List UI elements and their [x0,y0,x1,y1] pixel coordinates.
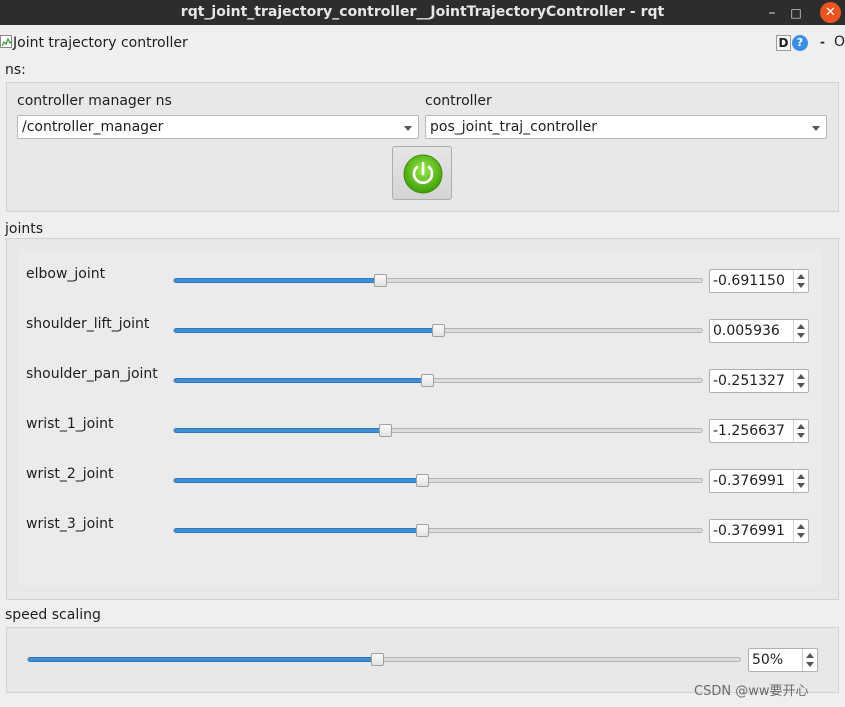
close-plugin-button[interactable]: O [834,34,845,50]
spin-down-icon[interactable] [797,533,805,538]
joint-slider-handle[interactable] [416,474,430,487]
spin-buttons [793,370,808,392]
spin-down-icon[interactable] [797,333,805,338]
joint-value: -0.251327 [713,373,785,389]
plot-icon [0,35,13,48]
joint-name: shoulder_pan_joint [26,366,158,382]
joint-value: -0.376991 [713,473,785,489]
ns-label: ns: [5,62,26,78]
watermark: CSDN @ww要开心 [694,684,809,699]
joint-value: -0.691150 [713,273,785,289]
joint-slider-fill [174,278,381,283]
window-titlebar: rqt_joint_trajectory_controller__JointTr… [0,0,845,25]
spin-up-icon[interactable] [797,374,805,379]
joint-slider-handle[interactable] [416,524,430,537]
power-icon [403,154,443,194]
spin-up-icon[interactable] [797,274,805,279]
joint-value-spinbox[interactable]: -1.256637 [709,419,809,443]
joint-name: wrist_2_joint [26,466,114,482]
spin-buttons [793,320,808,342]
speed-slider-fill [28,657,378,662]
joints-label: joints [5,221,44,237]
joint-name: wrist_3_joint [26,516,114,532]
plugin-title: Joint trajectory controller [13,35,188,51]
joint-value-spinbox[interactable]: -0.691150 [709,269,809,293]
joint-slider-fill [174,478,424,483]
joint-slider-handle[interactable] [373,274,387,287]
spin-buttons [793,470,808,492]
spin-buttons [802,649,817,671]
dropdown-arrow-icon [812,126,820,131]
spin-up-icon[interactable] [797,474,805,479]
joint-slider[interactable] [173,428,703,433]
joint-slider[interactable] [173,378,703,383]
joint-value-spinbox[interactable]: 0.005936 [709,319,809,343]
enable-controller-button[interactable] [392,146,452,200]
spin-up-icon[interactable] [797,524,805,529]
joint-value: 0.005936 [713,323,780,339]
joint-value-spinbox[interactable]: -0.251327 [709,369,809,393]
controller-manager-value: /controller_manager [22,119,164,135]
spin-up-icon[interactable] [797,424,805,429]
plugin-header: Joint trajectory controller D ? - O [0,33,845,55]
minimize-plugin-button[interactable]: - [820,35,825,49]
joint-slider-fill [174,528,424,533]
joint-slider[interactable] [173,478,703,483]
joint-slider-handle[interactable] [379,424,392,437]
spin-up-icon[interactable] [797,324,805,329]
joint-value-spinbox[interactable]: -0.376991 [709,519,809,543]
joint-slider-handle[interactable] [432,324,445,337]
speed-scaling-label: speed scaling [5,607,101,623]
close-button[interactable]: ✕ [820,2,841,23]
joint-slider-fill [174,378,429,383]
joint-slider-handle[interactable] [421,374,435,387]
dropdown-arrow-icon [404,126,412,131]
joint-slider[interactable] [173,278,703,283]
spin-up-icon[interactable] [806,653,814,658]
joint-value-spinbox[interactable]: -0.376991 [709,469,809,493]
spin-down-icon[interactable] [797,433,805,438]
spin-down-icon[interactable] [806,662,814,667]
joint-slider-fill [174,328,439,333]
joint-value: -1.256637 [713,423,785,439]
window-title: rqt_joint_trajectory_controller__JointTr… [180,4,665,20]
help-icon[interactable]: ? [792,35,808,51]
speed-scaling-slider[interactable] [27,657,741,662]
spin-down-icon[interactable] [797,483,805,488]
speed-scaling-value: 50% [752,652,784,668]
spin-buttons [793,420,808,442]
spin-down-icon[interactable] [797,383,805,388]
controller-manager-combo[interactable]: /controller_manager [17,115,419,139]
controller-manager-label: controller manager ns [17,93,172,109]
controller-value: pos_joint_traj_controller [430,119,597,135]
joint-value: -0.376991 [713,523,785,539]
speed-scaling-spinbox[interactable]: 50% [748,648,818,672]
minimize-button[interactable]: – [762,3,782,23]
controller-combo[interactable]: pos_joint_traj_controller [425,115,827,139]
dock-button[interactable]: D [776,35,791,51]
spin-buttons [793,520,808,542]
controller-label: controller [425,93,492,109]
joint-slider-fill [174,428,386,433]
speed-slider-handle[interactable] [370,653,384,666]
joint-name: shoulder_lift_joint [26,316,150,332]
spin-down-icon[interactable] [797,283,805,288]
spin-buttons [793,270,808,292]
joint-name: wrist_1_joint [26,416,114,432]
joint-slider[interactable] [173,528,703,533]
maximize-button[interactable]: □ [786,3,806,23]
joint-name: elbow_joint [26,266,106,282]
